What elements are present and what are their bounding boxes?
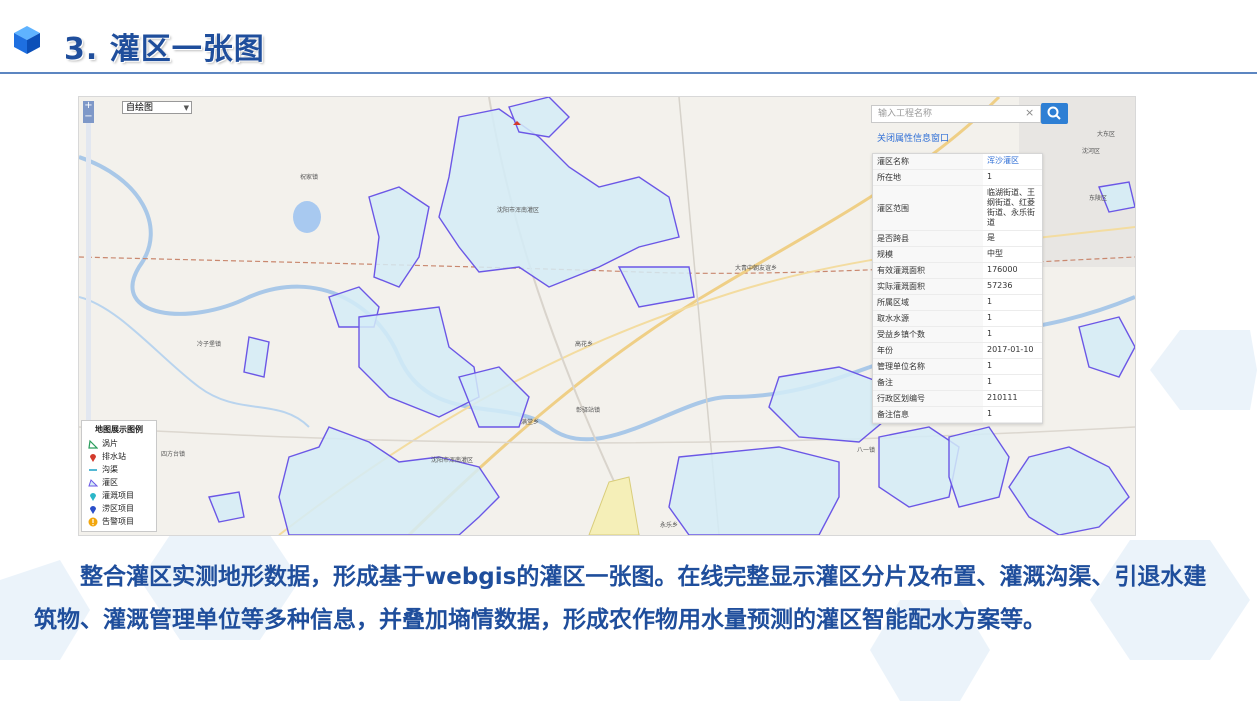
attr-value: 1 (987, 361, 993, 370)
attr-row: 有效灌溉面积 176000 (873, 263, 1042, 279)
attr-key: 灌区名称 (873, 154, 983, 169)
map-label: 高花乡 (575, 341, 594, 348)
attr-key: 实际灌溉面积 (873, 279, 983, 294)
legend-item: 涝区项目 (82, 502, 156, 515)
attr-key: 取水水源 (873, 311, 983, 326)
legend-item: 涡片 (82, 437, 156, 450)
attr-value: 57236 (987, 281, 1013, 290)
chevron-down-icon: ▼ (183, 104, 189, 112)
attr-row: 所属区域 1 (873, 295, 1042, 311)
attr-key: 备注 (873, 375, 983, 390)
attr-row: 灌区名称 浑沙灌区 (873, 154, 1042, 170)
attribute-info-panel: 灌区名称 浑沙灌区 所在地 1 灌区范围 临湖街道、王纲街道、红菱街道、永乐街道 是否… (872, 153, 1043, 424)
map-pin-icon (90, 453, 96, 462)
attr-key: 有效灌溉面积 (873, 263, 983, 278)
map-label: 永乐乡 (660, 522, 679, 529)
legend-item: 告警项目 (82, 515, 156, 528)
attr-value: 临湖街道、王纲街道、红菱街道、永乐街道 (987, 188, 1035, 227)
map-label: 冷子堡镇 (197, 341, 222, 348)
legend-title: 地图展示图例 (95, 425, 143, 434)
search-button[interactable] (1041, 103, 1068, 124)
legend-item: 排水站 (82, 450, 156, 463)
legend-label: 告警项目 (102, 517, 134, 526)
attr-row: 规模 中型 (873, 247, 1042, 263)
title-cube-icon (14, 26, 40, 54)
attr-row: 受益乡镇个数 1 (873, 327, 1042, 343)
map-label: 沈阳市浑南灌区 (431, 457, 474, 464)
map-label: 八一镇 (857, 447, 876, 454)
map-label: 大东区 (1097, 131, 1116, 138)
attr-value: 1 (987, 409, 993, 418)
legend-label: 涡片 (102, 439, 118, 448)
attr-value: 210111 (987, 393, 1018, 402)
attr-key: 规模 (873, 247, 983, 262)
attr-row: 取水水源 1 (873, 311, 1042, 327)
attr-key: 受益乡镇个数 (873, 327, 983, 342)
attr-row: 管理单位名称 1 (873, 359, 1042, 375)
attr-value: 1 (987, 313, 993, 322)
attr-value: 1 (987, 297, 993, 306)
attr-value: 浑沙灌区 (987, 156, 1019, 165)
map-pin-icon (90, 492, 96, 501)
legend-label: 灌区 (102, 478, 118, 487)
map-label: 彰驿站镇 (576, 407, 601, 414)
search-icon (1047, 106, 1061, 120)
page-title: 3. 灌区一张图 (64, 32, 265, 67)
zoom-out-button[interactable]: − (83, 112, 94, 123)
legend-item: 灌区 (82, 476, 156, 489)
legend-label: 排水站 (102, 452, 126, 461)
body-paragraph: 整合灌区实测地形数据，形成基于webgis的灌区一张图。在线完整显示灌区分片及布… (34, 564, 1207, 633)
attr-key: 是否跨县 (873, 231, 983, 246)
attr-value: 1 (987, 329, 993, 338)
legend-label: 沟渠 (102, 465, 118, 474)
attr-key: 备注信息 (873, 407, 983, 422)
attr-value: 中型 (987, 249, 1003, 258)
attr-row: 行政区划编号 210111 (873, 391, 1042, 407)
attr-row: 备注信息 1 (873, 407, 1042, 423)
attr-value: 2017-01-10 (987, 345, 1034, 354)
attr-value: 是 (987, 233, 995, 242)
attr-key: 灌区范围 (873, 186, 983, 230)
attr-value: 176000 (987, 265, 1018, 274)
webgis-map[interactable]: 沈阳市浑南灌区 沈阳市浑南灌区 大东区 沈河区 东陵区 大青中朝友谊乡 高花乡 … (78, 96, 1136, 536)
attr-value: 1 (987, 172, 993, 181)
attr-row: 备注 1 (873, 375, 1042, 391)
map-label: 四方台镇 (161, 451, 186, 458)
attr-row: 灌区范围 临湖街道、王纲街道、红菱街道、永乐街道 (873, 186, 1042, 231)
triangle-outline-icon (88, 439, 98, 449)
alert-icon (88, 517, 98, 526)
map-label: 东陵区 (1089, 195, 1108, 202)
attr-key: 年份 (873, 343, 983, 358)
attr-row: 是否跨县是 (873, 231, 1042, 247)
basemap-select[interactable]: 自绘图 ▼ (122, 101, 192, 114)
attr-row: 实际灌溉面积 57236 (873, 279, 1042, 295)
map-legend: 地图展示图例 涡片 排水站 沟渠 灌区 灌溉项目 涝区项目 告警项目 (81, 420, 157, 532)
attr-key: 行政区划编号 (873, 391, 983, 406)
attr-key: 所在地 (873, 170, 983, 185)
line-icon (89, 468, 97, 471)
map-label: 大青中朝友谊乡 (735, 265, 778, 272)
attr-key: 管理单位名称 (873, 359, 983, 374)
attr-row: 年份 2017-01-10 (873, 343, 1042, 359)
legend-label: 涝区项目 (102, 504, 134, 513)
close-info-window-link[interactable]: 关闭属性信息窗口 (877, 131, 949, 144)
legend-item: 灌溉项目 (82, 489, 156, 502)
attr-key: 所属区域 (873, 295, 983, 310)
zoom-slider[interactable] (86, 123, 91, 423)
title-divider (0, 72, 1257, 74)
clear-icon[interactable]: × (1025, 106, 1034, 119)
map-label: 祝家镇 (300, 174, 319, 181)
legend-label: 灌溉项目 (102, 491, 134, 500)
attr-value: 1 (987, 377, 993, 386)
legend-item: 沟渠 (82, 463, 156, 476)
polygon-icon (88, 478, 98, 486)
basemap-select-value: 自绘图 (126, 103, 154, 113)
attr-row: 所在地 1 (873, 170, 1042, 186)
project-search-input[interactable]: 输入工程名称 (871, 105, 1041, 123)
map-label: 沈河区 (1082, 148, 1101, 155)
map-pin-icon (90, 505, 96, 514)
map-label: 满堂乡 (521, 419, 540, 426)
map-label: 沈阳市浑南灌区 (497, 207, 540, 214)
